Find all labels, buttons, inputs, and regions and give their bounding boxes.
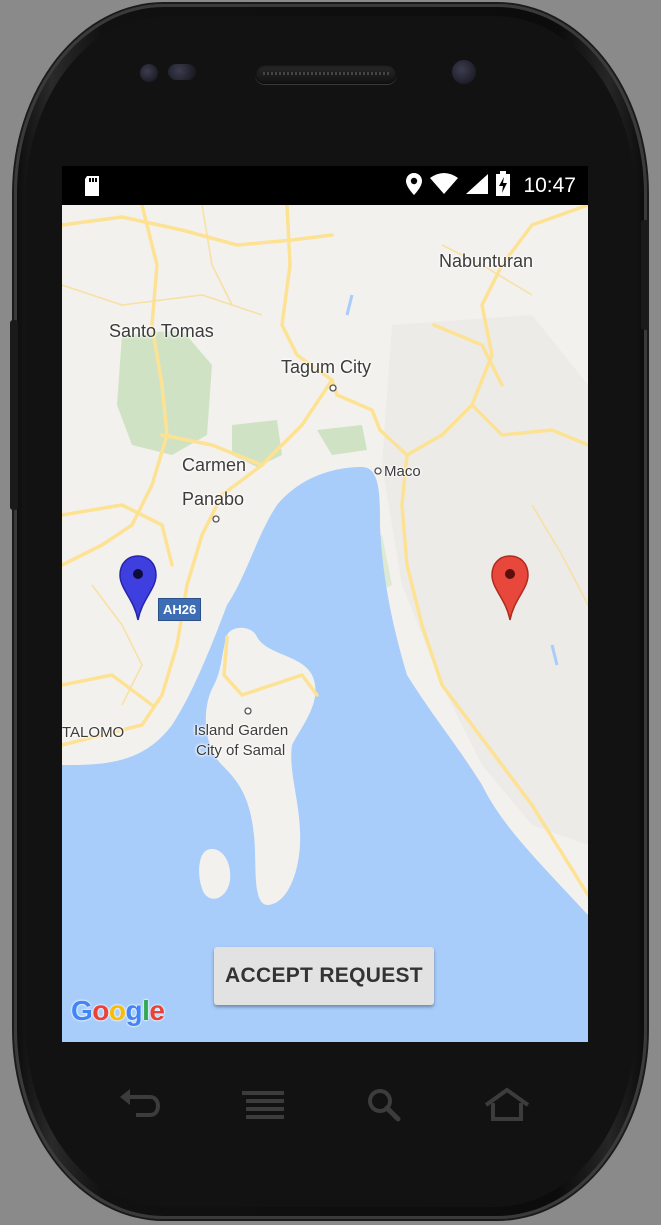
- minor-road-line: [62, 284, 263, 316]
- status-bar: 10:47: [62, 166, 588, 205]
- town-dot: [244, 707, 252, 715]
- home-icon[interactable]: [482, 1085, 532, 1125]
- google-logo: Google: [71, 995, 165, 1027]
- power-button: [641, 220, 649, 330]
- status-time: 10:47: [523, 174, 576, 197]
- blue-marker[interactable]: [119, 555, 157, 626]
- device-screen: 10:47 Nabunturan Santo Tomas Tagum City …: [62, 166, 588, 1042]
- google-logo-letter: g: [125, 995, 143, 1026]
- cell-signal-icon: [465, 173, 489, 200]
- park-area: [317, 425, 367, 455]
- town-dot: [212, 515, 220, 523]
- road-line: [62, 673, 154, 707]
- google-logo-letter: o: [92, 995, 109, 1026]
- location-icon: [405, 172, 423, 201]
- google-logo-letter: G: [71, 995, 93, 1026]
- road-line: [62, 215, 334, 247]
- map-label-panabo: Panabo: [182, 489, 245, 509]
- map-label-nabunturan: Nabunturan: [439, 251, 534, 271]
- map-label-samal-line1: Island Garden: [194, 722, 289, 739]
- back-icon[interactable]: [116, 1085, 166, 1125]
- accept-request-button[interactable]: ACCEPT REQUEST: [214, 947, 434, 1005]
- highway-shield-ah26: AH26: [158, 598, 202, 621]
- map-view[interactable]: Nabunturan Santo Tomas Tagum City Carmen…: [62, 205, 588, 1042]
- map-label-tagum-city: Tagum City: [281, 357, 372, 377]
- front-camera: [452, 60, 476, 84]
- wifi-icon: [429, 172, 459, 200]
- river-line: [345, 294, 354, 316]
- earpiece-speaker: [255, 64, 397, 84]
- menu-icon[interactable]: [238, 1085, 288, 1125]
- google-logo-letter: o: [108, 995, 126, 1026]
- minor-road-line: [201, 205, 233, 306]
- proximity-sensor: [168, 64, 196, 80]
- front-sensor: [140, 64, 158, 82]
- volume-button: [10, 320, 18, 510]
- map-label-santo-tomas: Santo Tomas: [109, 321, 214, 341]
- town-dot: [374, 467, 382, 475]
- red-marker[interactable]: [491, 555, 529, 626]
- google-logo-letter: e: [149, 995, 165, 1026]
- map-label-talomo: TALOMO: [62, 724, 125, 741]
- town-dot: [329, 384, 337, 392]
- sd-card-icon: [82, 175, 102, 202]
- battery-charging-icon: [495, 170, 511, 202]
- map-label-carmen: Carmen: [182, 455, 247, 475]
- map-label-samal-line2: City of Samal: [196, 742, 286, 759]
- map-label-maco: Maco: [384, 463, 421, 480]
- search-icon[interactable]: [360, 1085, 410, 1125]
